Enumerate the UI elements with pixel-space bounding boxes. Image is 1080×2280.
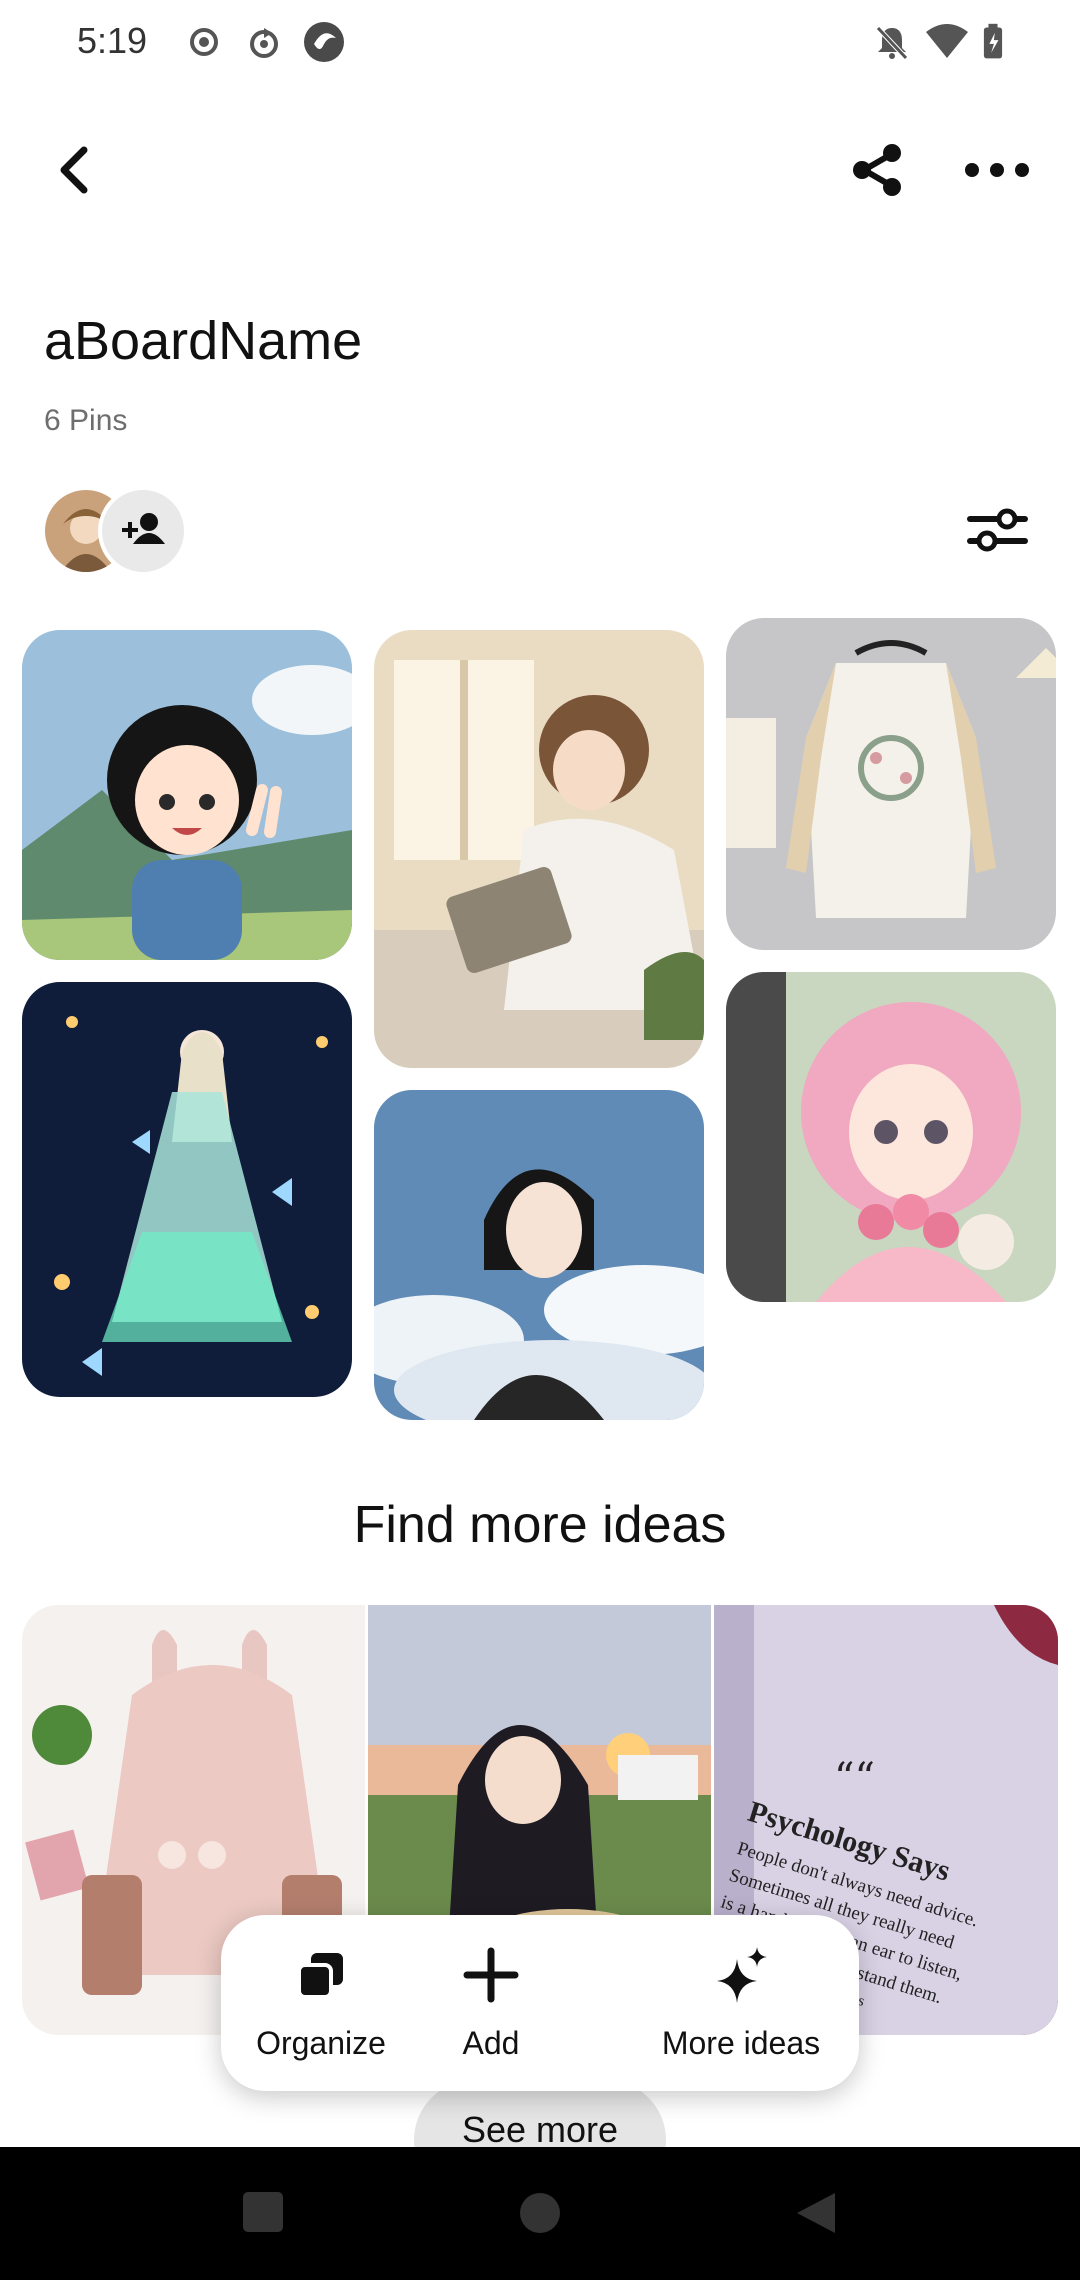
- back-triangle-icon[interactable]: [793, 2189, 839, 2237]
- add-collaborator-button[interactable]: [98, 486, 188, 576]
- status-time: 5:19: [77, 20, 148, 61]
- pin-image: [22, 630, 352, 960]
- system-nav-bar: [0, 2147, 1080, 2280]
- pin-image: [726, 972, 1056, 1302]
- find-more-ideas-title: Find more ideas: [353, 1496, 727, 1554]
- share-button[interactable]: [842, 135, 912, 205]
- bell-off-icon: [876, 26, 908, 60]
- plus-icon: [463, 1947, 519, 2003]
- board-title: aBoardName: [44, 311, 363, 371]
- add-label: Add: [462, 2025, 520, 2061]
- organize-icon: [297, 1953, 343, 1999]
- book-quote-mark: ““: [834, 1755, 875, 1801]
- pin-card[interactable]: [374, 1090, 704, 1420]
- pin-card[interactable]: [374, 630, 704, 1068]
- share-icon: [853, 144, 901, 196]
- pin-card[interactable]: [726, 618, 1056, 950]
- wifi-icon: [926, 24, 968, 58]
- sparkle-icon: [717, 1947, 767, 2003]
- back-button[interactable]: [40, 135, 110, 205]
- recents-square-icon[interactable]: [243, 2192, 283, 2232]
- pin-image: [374, 630, 704, 1068]
- organize-label: Organize: [256, 2025, 386, 2061]
- board-toolbar: Organize Add More ideas: [221, 1915, 859, 2091]
- chevron-left-icon: [60, 146, 88, 194]
- app-icon: [304, 22, 344, 62]
- pin-count: 6 Pins: [44, 404, 128, 437]
- organize-button[interactable]: Organize: [241, 1915, 401, 2091]
- pin-card[interactable]: [726, 972, 1056, 1302]
- add-button[interactable]: Add: [441, 1915, 541, 2091]
- home-circle-icon[interactable]: [520, 2193, 560, 2233]
- pin-card[interactable]: [22, 982, 352, 1397]
- pin-card[interactable]: [22, 630, 352, 960]
- record-icon: [190, 28, 218, 56]
- pin-image: [22, 982, 352, 1397]
- pin-image: [726, 618, 1056, 950]
- filter-button[interactable]: [960, 495, 1035, 565]
- pin-image: [374, 1090, 704, 1420]
- more-ideas-button[interactable]: More ideas: [651, 1915, 831, 2091]
- more-ideas-label: More ideas: [661, 2025, 821, 2061]
- add-person-icon: [122, 513, 165, 544]
- sync-icon: [250, 28, 278, 58]
- more-dots-icon: [965, 163, 1029, 177]
- sliders-icon: [967, 508, 1028, 552]
- battery-charging-icon: [983, 23, 1003, 59]
- more-options-button[interactable]: [960, 135, 1035, 205]
